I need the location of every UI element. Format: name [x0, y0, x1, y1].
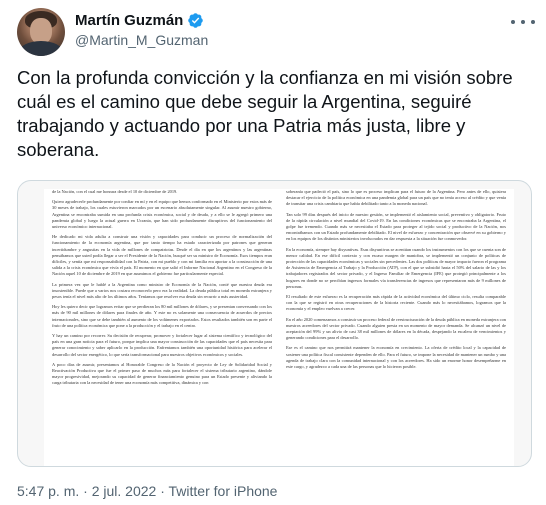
author-display-name[interactable]: Martín Guzmán [75, 12, 183, 29]
letter-paragraph: Hoy les quiero decir que logramos evitar… [52, 304, 272, 328]
meta-separator: · [83, 483, 88, 499]
letter-document: de la Nación, con el cual me honrara des… [44, 189, 514, 466]
letter-paragraph: Ese es el camino que nos permitirá mante… [286, 345, 506, 370]
letter-paragraph: Quiero agradecerle profundamente por con… [52, 199, 272, 230]
tweet-metadata: 5:47 p. m. · 2 jul. 2022 · Twitter for i… [17, 483, 277, 499]
tweet-source[interactable]: Twitter for iPhone [169, 483, 278, 499]
letter-paragraph: Tan solo 99 días después del inicio de n… [286, 211, 506, 242]
letter-paragraph: El resultado de este esfuerzo es la recu… [286, 294, 506, 312]
letter-paragraph: soberanía que padeció el país, sino lo q… [286, 189, 506, 207]
tweet-time-link[interactable]: 5:47 p. m. · 2 jul. 2022 [17, 483, 156, 499]
letter-paragraph: He dedicado mi vida adulta a construir u… [52, 234, 272, 277]
name-row: Martín Guzmán [75, 12, 208, 29]
avatar-body [19, 41, 63, 56]
letter-paragraph: En el año 2020 comenzamos a construir un… [286, 316, 506, 341]
tweet-text: Con la profunda convicción y la confianz… [17, 67, 513, 160]
avatar[interactable] [17, 8, 65, 56]
letter-paragraph: Y hay un camino por recorrer. Su decisió… [52, 333, 272, 357]
tweet-media-image[interactable]: de la Nación, con el cual me honrara des… [17, 180, 532, 467]
tweet-date: 2 jul. 2022 [91, 483, 157, 499]
more-options-icon[interactable] [511, 14, 535, 30]
meta-separator: · [160, 483, 165, 499]
letter-paragraph: A poco días de asumir, presentamos al Ho… [52, 361, 272, 386]
author-block: Martín Guzmán @Martin_M_Guzman [75, 12, 208, 48]
letter-paragraph: En la economía, siempre hay disyuntivas.… [286, 246, 506, 289]
author-handle[interactable]: @Martin_M_Guzman [75, 32, 208, 48]
verified-badge-icon [187, 12, 204, 29]
tweet-time: 5:47 p. m. [17, 483, 80, 499]
tweet-header: Martín Guzmán @Martin_M_Guzman [17, 8, 537, 58]
letter-right-column: soberanía que padeció el país, sino lo q… [286, 189, 506, 466]
letter-paragraph: de la Nación, con el cual me honrara des… [52, 189, 178, 194]
letter-paragraph: La primera vez que le hablé a la Argenti… [52, 281, 272, 300]
letter-left-column: de la Nación, con el cual me honrara des… [52, 189, 272, 466]
